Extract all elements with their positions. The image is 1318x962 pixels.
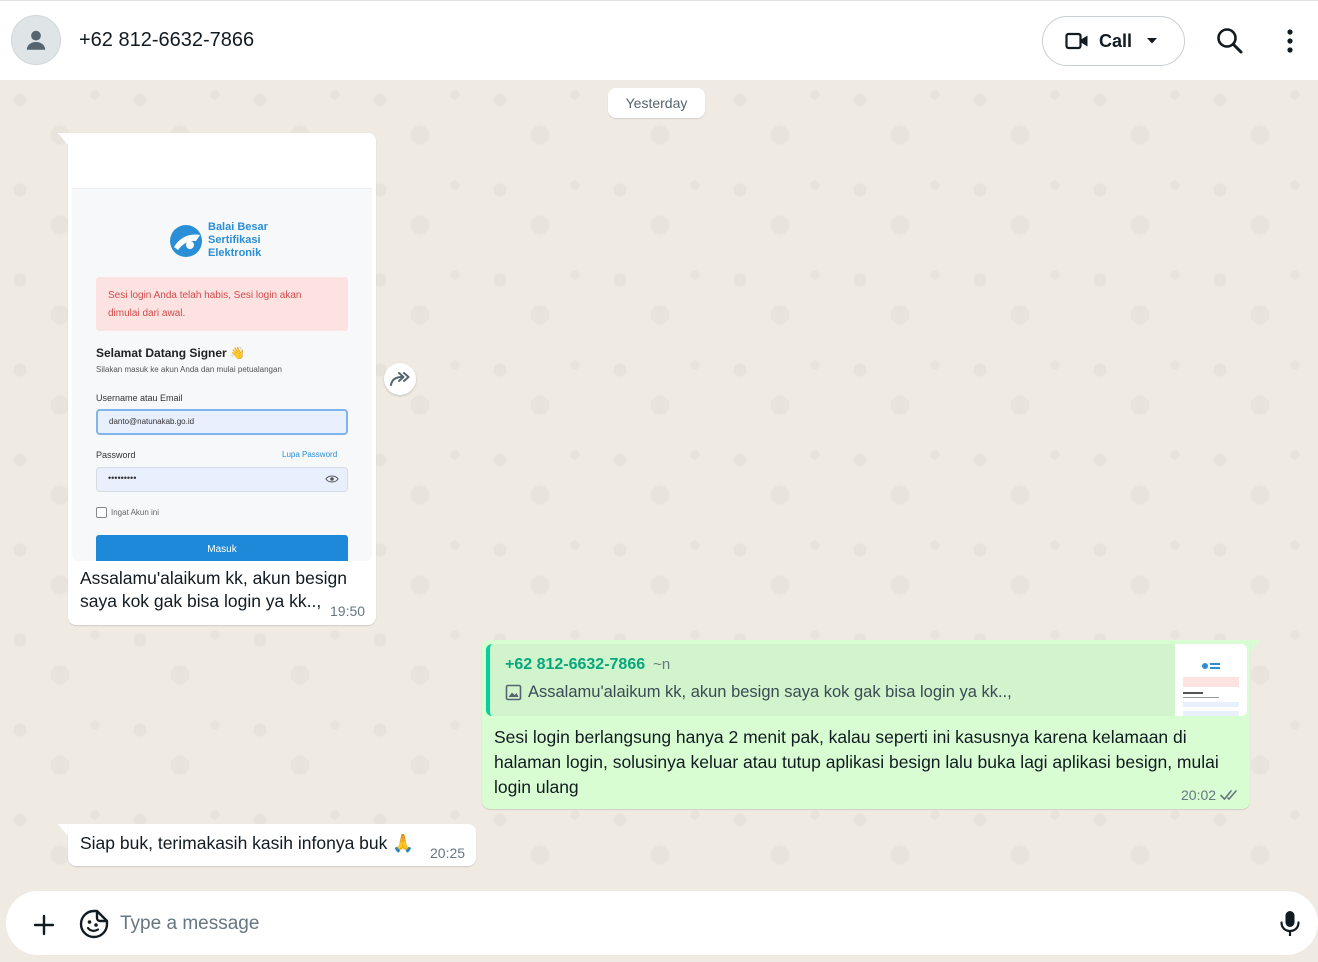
call-button[interactable]: Call [1042,16,1185,66]
quoted-message[interactable]: +62 812-6632-7866 ~n Assalamu'alaikum kk,… [486,644,1247,716]
date-divider: Yesterday [608,88,705,118]
composer-bar [0,890,1318,962]
logo-line: Balai Besar [208,221,268,233]
checkbox-icon [96,507,107,518]
composer-box [6,891,1318,955]
message-time: 19:50 [330,603,366,619]
remember-label: Ingat Akun ini [111,508,160,517]
image-submit-button: Masuk [96,535,348,561]
message-text: Sesi login berlangsung hanya 2 menit pak… [494,727,1219,797]
sticker-icon [79,909,109,939]
image-password-field: ••••••••• [96,467,348,492]
quote-pushname: ~n [653,656,671,673]
image-logo: Balai Besar Sertifikasi Elektronik [168,221,268,260]
video-camera-icon [1065,32,1088,50]
attach-button[interactable] [30,911,58,939]
image-forgot-link: Lupa Password [282,450,338,459]
person-icon [26,30,46,50]
eye-icon [325,475,339,483]
thumbnail-image-icon [1175,644,1247,716]
chat-header: +62 812-6632-7866 Call [0,0,1318,80]
image-session-alert: Sesi login Anda telah habis, Sesi login … [96,277,348,331]
image-welcome-title: Selamat Datang Signer 👋 [96,346,245,360]
logo-line: Sertifikasi [208,234,261,246]
chevron-down-icon [1147,38,1158,44]
message-time: 20:02 [1181,787,1217,803]
double-check-icon [1220,790,1237,801]
forward-button[interactable] [384,363,416,395]
message-time: 20:25 [430,845,466,861]
quote-text-row: Assalamu'alaikum kk, akun besign saya ko… [505,683,1012,702]
quote-text: Assalamu'alaikum kk, akun besign saya ko… [528,683,1012,701]
plus-icon [33,914,55,936]
image-topbar [72,137,372,189]
voice-message-button[interactable] [1278,909,1302,939]
contact-name[interactable]: +62 812-6632-7866 [79,29,254,52]
message-incoming-text[interactable]: Siap buk, terimakasih kasih infonya buk … [68,824,476,866]
quote-author: +62 812-6632-7866 ~n [505,656,670,674]
microphone-icon [1280,911,1300,936]
logo-line: Elektronik [208,247,262,259]
password-value: ••••••••• [108,473,137,483]
search-icon [1217,28,1243,54]
alert-line: dimulai dari awal. [108,308,186,319]
message-text: Siap buk, terimakasih kasih infonya buk … [80,833,415,853]
bsre-logo-icon [170,224,202,257]
image-password-label: Password [96,450,136,460]
shared-image[interactable]: Balai Besar Sertifikasi Elektronik Sesi … [72,137,372,561]
sticker-button[interactable] [78,908,110,940]
quote-thumbnail [1175,644,1247,716]
image-username-label: Username atau Email [96,393,183,403]
chat-area[interactable]: Yesterday Balai Besar Sertifikasi Elektr… [0,80,1318,890]
message-meta: 20:02 [1181,787,1240,803]
message-outgoing-reply[interactable]: +62 812-6632-7866 ~n Assalamu'alaikum kk,… [482,640,1250,809]
menu-button[interactable] [1278,25,1302,57]
message-input[interactable] [120,907,1250,941]
bubble-tail [58,824,68,836]
kebab-menu-icon [1287,29,1293,53]
image-remember-row: Ingat Akun ini [96,507,159,518]
quote-author-number: +62 812-6632-7866 [505,656,646,673]
alert-line: Sesi login Anda telah habis, Sesi login … [108,290,302,301]
call-label: Call [1099,30,1133,51]
search-button[interactable] [1214,25,1246,57]
bubble-tail [58,133,68,145]
image-username-field: danto@natunakab.go.id [96,409,348,435]
message-incoming-image[interactable]: Balai Besar Sertifikasi Elektronik Sesi … [68,133,376,625]
image-icon [505,684,522,701]
message-caption: Assalamu'alaikum kk, akun besign saya ko… [80,568,347,611]
image-welcome-subtitle: Silakan masuk ke akun Anda dan mulai pet… [96,365,282,374]
bubble-tail [1250,640,1260,652]
contact-avatar[interactable] [11,15,61,65]
forward-icon [390,372,410,386]
